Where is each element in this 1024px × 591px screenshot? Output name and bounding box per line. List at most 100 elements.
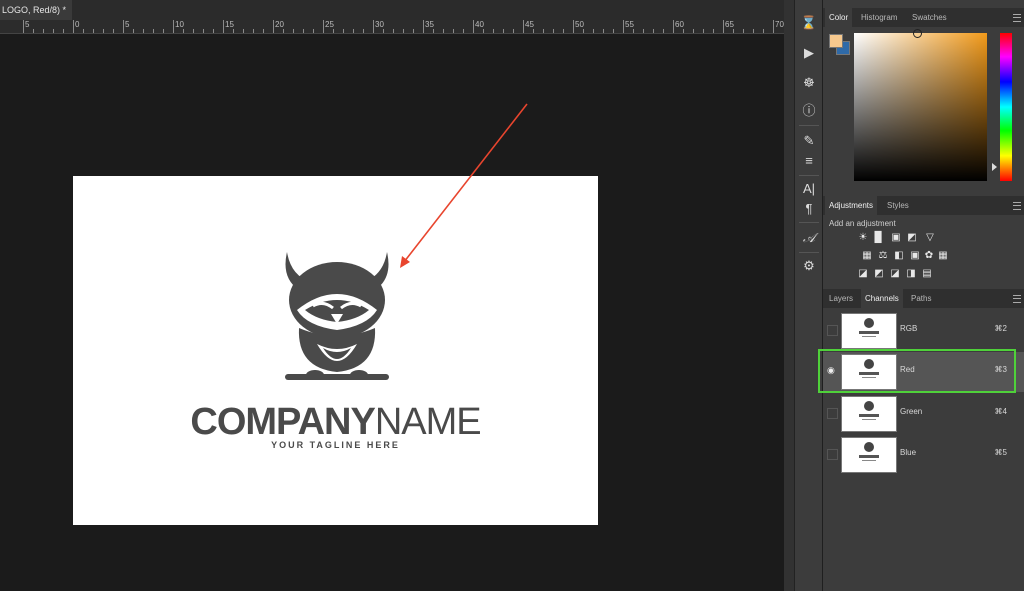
ruler-major-tick (723, 20, 724, 33)
ruler-minor-tick (153, 29, 154, 33)
color-balance-icon[interactable]: ⚖ (878, 251, 888, 261)
tab-paths[interactable]: Paths (907, 289, 935, 308)
ruler-major-tick (373, 20, 374, 33)
brush-settings-icon[interactable]: ☸ (795, 72, 823, 94)
artboard[interactable]: COMPANYNAME YOUR TAGLINE HERE (73, 176, 598, 525)
tab-histogram[interactable]: Histogram (857, 8, 901, 27)
ruler-minor-tick (333, 29, 334, 33)
horizontal-ruler: 5 0 5 10 15 20 25 30 35 40 45 50 55 60 65 70 (0, 20, 784, 34)
levels-icon[interactable]: █ (873, 233, 883, 243)
tab-color[interactable]: Color (825, 8, 853, 27)
ruler-label: 30 (375, 20, 384, 29)
color-picker-cursor[interactable] (913, 29, 922, 38)
vibrance-triangle-icon[interactable]: ▽ (925, 233, 935, 243)
document-tab[interactable]: LOGO, Red/8) * (0, 0, 72, 20)
ruler-minor-tick (203, 29, 204, 33)
visibility-toggle[interactable] (827, 325, 838, 336)
channel-mixer-icon[interactable]: ✿ (924, 251, 934, 261)
ruler-label: 60 (675, 20, 684, 29)
ruler-minor-tick (413, 29, 414, 33)
color-lookup-icon[interactable]: ▦ (938, 251, 948, 261)
color-panel-tabs: Color Histogram Swatches (823, 8, 1024, 27)
posterize-icon[interactable]: ◩ (874, 269, 884, 279)
curves-icon[interactable]: ▣ (891, 233, 901, 243)
ruler-minor-tick (243, 29, 244, 33)
tab-layers[interactable]: Layers (825, 289, 857, 308)
ruler-label: 20 (275, 20, 284, 29)
hue-slider-handle[interactable] (992, 163, 997, 171)
properties-icon[interactable]: ⚙ (795, 255, 823, 277)
ruler-minor-tick (663, 29, 664, 33)
channel-thumbnail (841, 437, 897, 473)
ruler-major-tick (123, 20, 124, 33)
hue-slider[interactable] (1000, 33, 1012, 181)
brush-icon[interactable]: ✎ (795, 130, 823, 152)
ruler-minor-tick (353, 29, 354, 33)
history-icon[interactable]: ⌛ (795, 12, 823, 34)
tab-adjustments[interactable]: Adjustments (825, 196, 878, 215)
hue-sat-icon[interactable]: ▦ (862, 251, 872, 261)
ruler-minor-tick (753, 29, 754, 33)
glyphs-icon[interactable]: 𝒜 (795, 227, 823, 249)
paragraph-icon[interactable]: ¶ (795, 198, 823, 220)
visibility-toggle[interactable] (827, 408, 838, 419)
gradient-map-icon[interactable]: ▤ (922, 269, 932, 279)
visibility-toggle[interactable] (827, 449, 838, 460)
threshold-icon[interactable]: ◪ (890, 269, 900, 279)
ruler-minor-tick (713, 29, 714, 33)
ruler-minor-tick (293, 29, 294, 33)
ruler-minor-tick (343, 29, 344, 33)
tab-channels[interactable]: Channels (861, 289, 903, 308)
character-icon[interactable]: A| (795, 178, 823, 200)
ruler-minor-tick (583, 29, 584, 33)
channel-row-rgb[interactable]: RGB ⌘2 (823, 311, 1024, 351)
ruler-major-tick (223, 20, 224, 33)
ruler-major-tick (473, 20, 474, 33)
tab-bar (72, 0, 784, 20)
channel-name: Green (900, 407, 923, 416)
info-icon[interactable]: ⓘ (795, 100, 823, 122)
color-picker-field[interactable] (854, 33, 987, 181)
panel-menu-icon[interactable] (1013, 295, 1021, 303)
ruler-minor-tick (483, 29, 484, 33)
ruler-label: 50 (575, 20, 584, 29)
black-white-icon[interactable]: ◧ (894, 251, 904, 261)
tab-swatches[interactable]: Swatches (908, 8, 951, 27)
panel-menu-icon[interactable] (1013, 14, 1021, 22)
ruler-major-tick (773, 20, 774, 33)
ruler-minor-tick (513, 29, 514, 33)
ruler-major-tick (323, 20, 324, 33)
ruler-minor-tick (183, 29, 184, 33)
ruler-minor-tick (553, 29, 554, 33)
foreground-color-swatch[interactable] (829, 34, 843, 48)
ruler-minor-tick (733, 29, 734, 33)
channel-row-blue[interactable]: Blue ⌘5 (823, 435, 1024, 475)
collapse-strip[interactable] (784, 0, 794, 591)
ruler-major-tick (423, 20, 424, 33)
play-icon[interactable]: ▶ (795, 42, 823, 64)
ruler-minor-tick (233, 29, 234, 33)
ruler-label: 45 (525, 20, 534, 29)
ruler-label: 35 (425, 20, 434, 29)
channel-name: Blue (900, 448, 917, 457)
ruler-minor-tick (83, 29, 84, 33)
panel-menu-icon[interactable] (1013, 202, 1021, 210)
channel-shortcut: ⌘5 (994, 448, 1007, 457)
channel-row-red[interactable]: ◉ Red ⌘3 (818, 349, 1024, 393)
adjust-sliders-icon[interactable]: ≡ (795, 150, 823, 172)
channel-shortcut: ⌘4 (994, 407, 1007, 416)
exposure-icon[interactable]: ◩ (907, 233, 917, 243)
selective-color-icon[interactable]: ◨ (906, 269, 916, 279)
brightness-icon[interactable]: ☀ (858, 233, 868, 243)
tab-styles[interactable]: Styles (883, 196, 913, 215)
ruler-minor-tick (763, 29, 764, 33)
divider (799, 252, 819, 253)
ruler-minor-tick (653, 29, 654, 33)
ruler-minor-tick (43, 29, 44, 33)
ruler-minor-tick (263, 29, 264, 33)
invert-icon[interactable]: ◪ (858, 269, 868, 279)
ruler-minor-tick (33, 29, 34, 33)
ruler-minor-tick (593, 29, 594, 33)
channel-row-green[interactable]: Green ⌘4 (823, 394, 1024, 434)
photo-filter-icon[interactable]: ▣ (910, 251, 920, 261)
